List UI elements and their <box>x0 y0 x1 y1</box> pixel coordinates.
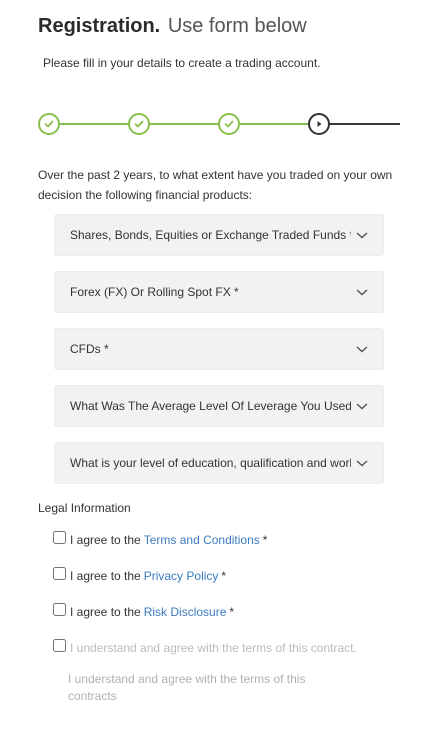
trading-experience-question: Over the past 2 years, to what extent ha… <box>38 168 393 202</box>
agree-prefix: I agree to the <box>70 605 141 619</box>
required-marker: * <box>229 605 235 619</box>
progress-line-remaining <box>319 123 400 125</box>
step-2-complete <box>128 113 150 135</box>
step-progress <box>38 112 400 136</box>
chevron-down-icon <box>356 346 368 353</box>
legal-information-heading: Legal Information <box>38 501 131 515</box>
progress-line-done <box>49 123 319 125</box>
privacy-agreement-row: I agree to the Privacy Policy * <box>53 566 227 583</box>
select-leverage[interactable]: What Was The Average Level Of Leverage Y… <box>54 385 384 427</box>
check-icon <box>134 120 144 128</box>
check-icon <box>224 120 234 128</box>
risk-checkbox[interactable] <box>53 602 66 616</box>
risk-disclosure-link[interactable]: Risk Disclosure <box>144 605 227 619</box>
step-1-complete <box>38 113 60 135</box>
contract-checkbox[interactable] <box>53 638 66 652</box>
select-forex[interactable]: Forex (FX) Or Rolling Spot FX * <box>54 271 384 313</box>
privacy-checkbox[interactable] <box>53 566 66 580</box>
page-title: Registration. Use form below <box>38 13 307 39</box>
agree-prefix: I agree to the <box>70 533 141 547</box>
select-shares-bonds[interactable]: Shares, Bonds, Equities or Exchange Trad… <box>54 214 384 256</box>
select-education[interactable]: What is your level of education, qualifi… <box>54 442 384 484</box>
select-label: What Was The Average Level Of Leverage Y… <box>70 399 351 413</box>
chevron-down-icon <box>356 289 368 296</box>
contract-note: I understand and agree with the terms of… <box>68 672 306 703</box>
select-label: Forex (FX) Or Rolling Spot FX * <box>70 285 239 299</box>
select-label: CFDs * <box>70 342 109 356</box>
contract-checkbox-label: I understand and agree with the terms of… <box>70 641 357 655</box>
check-icon <box>44 120 54 128</box>
play-icon <box>317 121 322 127</box>
contract-agreement-row: I understand and agree with the terms of… <box>53 638 357 655</box>
agree-prefix: I agree to the <box>70 569 141 583</box>
chevron-down-icon <box>356 460 368 467</box>
required-marker: * <box>262 533 268 547</box>
required-marker: * <box>221 569 227 583</box>
select-label: Shares, Bonds, Equities or Exchange Trad… <box>70 228 351 242</box>
chevron-down-icon <box>356 232 368 239</box>
terms-checkbox[interactable] <box>53 530 66 544</box>
step-3-complete <box>218 113 240 135</box>
title-bold: Registration. <box>38 15 161 37</box>
chevron-down-icon <box>356 403 368 410</box>
page-subtitle: Please fill in your details to create a … <box>43 56 321 70</box>
select-label: What is your level of education, qualifi… <box>70 456 351 470</box>
step-4-current <box>308 113 330 135</box>
title-light: Use form below <box>167 15 307 37</box>
risk-agreement-row: I agree to the Risk Disclosure * <box>53 602 235 619</box>
privacy-policy-link[interactable]: Privacy Policy <box>144 569 219 583</box>
select-cfds[interactable]: CFDs * <box>54 328 384 370</box>
terms-agreement-row: I agree to the Terms and Conditions * <box>53 530 268 547</box>
terms-and-conditions-link[interactable]: Terms and Conditions <box>144 533 260 547</box>
